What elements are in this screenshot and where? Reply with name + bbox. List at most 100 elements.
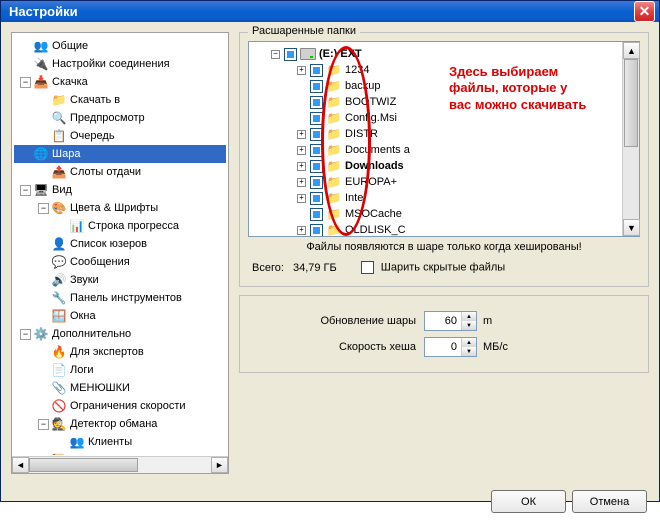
tree-item[interactable]: 👥Клиенты <box>14 433 226 451</box>
folder-row[interactable]: +📁EUROPA+ <box>253 174 635 190</box>
expand-icon[interactable]: + <box>297 146 306 155</box>
tree-item[interactable]: 📊Строка прогресса <box>14 217 226 235</box>
folder-checkbox[interactable] <box>310 192 323 205</box>
collapse-icon[interactable]: − <box>38 203 49 214</box>
folder-row[interactable]: 📁Config.Msi <box>253 110 635 126</box>
tree-item-label: Сертификат безопасности <box>70 454 205 455</box>
refresh-spinner[interactable]: ▲ ▼ <box>424 311 477 331</box>
collapse-icon[interactable]: − <box>20 77 31 88</box>
folder-row[interactable]: 📁BOOTWIZ <box>253 94 635 110</box>
expand-icon[interactable]: + <box>297 162 306 171</box>
folder-row[interactable]: +📁1234 <box>253 62 635 78</box>
titlebar-title: Настройки <box>5 4 634 19</box>
folder-checkbox[interactable] <box>310 112 323 125</box>
tree-item[interactable]: 🔧Панель инструментов <box>14 289 226 307</box>
list-scrollbar[interactable]: ▲ ▼ <box>622 42 639 236</box>
spin-up-icon[interactable]: ▲ <box>461 338 476 347</box>
tree-item[interactable]: −📥Скачка <box>14 73 226 91</box>
folder-checkbox[interactable] <box>310 208 323 221</box>
expand-icon[interactable]: + <box>297 226 306 235</box>
scroll-up-icon[interactable]: ▲ <box>623 42 640 59</box>
scroll-down-icon[interactable]: ▼ <box>623 219 640 236</box>
titlebar[interactable]: Настройки ✕ <box>1 1 659 22</box>
folder-checkbox[interactable] <box>310 96 323 109</box>
tree-item[interactable]: 🚫Ограничения скорости <box>14 397 226 415</box>
folder-checkbox[interactable] <box>310 144 323 157</box>
folder-row[interactable]: 📁backup <box>253 78 635 94</box>
tree-item-label: Вид <box>52 184 72 196</box>
tree-item[interactable]: 📋Очередь <box>14 127 226 145</box>
scroll-thumb[interactable] <box>29 458 138 472</box>
scroll-track-v[interactable] <box>623 59 639 219</box>
tree-item-label: Строка прогресса <box>88 220 179 232</box>
drive-label: (E:) EXT <box>319 48 362 60</box>
expand-icon[interactable]: + <box>297 178 306 187</box>
share-hidden-option[interactable]: Шарить скрытые файлы <box>361 261 505 274</box>
hash-speed-spinner[interactable]: ▲ ▼ <box>424 337 477 357</box>
tree-item[interactable]: 👤Список юзеров <box>14 235 226 253</box>
tree-scrollbar[interactable]: ◄ ► <box>12 456 228 473</box>
drive-checkbox[interactable] <box>284 48 297 61</box>
scroll-thumb-v[interactable] <box>624 59 638 147</box>
spin-down-icon[interactable]: ▼ <box>461 347 476 356</box>
expand-icon[interactable]: + <box>297 194 306 203</box>
tree-item-label: Дополнительно <box>52 328 131 340</box>
tree-item[interactable]: −🖥Вид <box>14 181 226 199</box>
tree-item-label: Слоты отдачи <box>70 166 141 178</box>
folder-row[interactable]: +📁Intel <box>253 190 635 206</box>
tree-item[interactable]: 🔌Настройки соединения <box>14 55 226 73</box>
expand-icon[interactable]: + <box>297 66 306 75</box>
tree-item[interactable]: −🕵Детектор обмана <box>14 415 226 433</box>
category-tree-pane: 👥Общие🔌Настройки соединения−📥Скачка📁Скач… <box>11 32 229 474</box>
share-hidden-checkbox[interactable] <box>361 261 374 274</box>
tree-item-label: Скачка <box>52 76 88 88</box>
refresh-input[interactable] <box>425 312 461 330</box>
tree-item[interactable]: 🌐Шара <box>14 145 226 163</box>
folder-label: Config.Msi <box>345 112 397 124</box>
shared-folders-tree[interactable]: − (E:) EXT +📁1234📁backup📁BOOTWIZ📁Config.… <box>248 41 640 237</box>
tree-item[interactable]: 👥Общие <box>14 37 226 55</box>
tree-item[interactable]: −⚙️Дополнительно <box>14 325 226 343</box>
tree-item[interactable]: 📤Слоты отдачи <box>14 163 226 181</box>
drive-row[interactable]: − (E:) EXT <box>253 46 635 62</box>
scroll-left-icon[interactable]: ◄ <box>12 457 29 473</box>
spin-up-icon[interactable]: ▲ <box>461 312 476 321</box>
tree-item[interactable]: 📜Сертификат безопасности <box>14 451 226 455</box>
total-value: 34,79 ГБ <box>293 262 337 274</box>
tree-item[interactable]: 🔊Звуки <box>14 271 226 289</box>
scroll-right-icon[interactable]: ► <box>211 457 228 473</box>
tree-item-label: Общие <box>52 40 88 52</box>
folder-row[interactable]: 📁MSOCache <box>253 206 635 222</box>
folder-row[interactable]: +📁OLDLISK_C <box>253 222 635 236</box>
tree-item[interactable]: 📄Логи <box>14 361 226 379</box>
tree-item-icon: 🌐 <box>33 146 49 162</box>
folder-checkbox[interactable] <box>310 160 323 173</box>
folder-checkbox[interactable] <box>310 224 323 237</box>
tree-item[interactable]: 💬Сообщения <box>14 253 226 271</box>
folder-checkbox[interactable] <box>310 64 323 77</box>
spin-down-icon[interactable]: ▼ <box>461 321 476 330</box>
folder-row[interactable]: +📁Documents a <box>253 142 635 158</box>
tree-item[interactable]: 🔍Предпросмотр <box>14 109 226 127</box>
collapse-icon[interactable]: − <box>20 185 31 196</box>
tree-item[interactable]: 🪟Окна <box>14 307 226 325</box>
category-tree[interactable]: 👥Общие🔌Настройки соединения−📥Скачка📁Скач… <box>12 33 228 455</box>
folder-checkbox[interactable] <box>310 128 323 141</box>
tree-item[interactable]: −🎨Цвета & Шрифты <box>14 199 226 217</box>
tree-item[interactable]: 🔥Для экспертов <box>14 343 226 361</box>
collapse-icon[interactable]: − <box>20 329 31 340</box>
expand-icon[interactable]: + <box>297 130 306 139</box>
scroll-track[interactable] <box>29 457 211 473</box>
folder-row[interactable]: +📁Downloads <box>253 158 635 174</box>
folder-checkbox[interactable] <box>310 176 323 189</box>
folder-label: Intel <box>345 192 366 204</box>
close-button[interactable]: ✕ <box>634 1 655 22</box>
tree-item[interactable]: 📁Скачать в <box>14 91 226 109</box>
folder-label: DISTR <box>345 128 378 140</box>
hash-speed-input[interactable] <box>425 338 461 356</box>
collapse-icon[interactable]: − <box>271 50 280 59</box>
folder-row[interactable]: +📁DISTR <box>253 126 635 142</box>
collapse-icon[interactable]: − <box>38 419 49 430</box>
folder-checkbox[interactable] <box>310 80 323 93</box>
tree-item[interactable]: 📎МЕНЮШКИ <box>14 379 226 397</box>
